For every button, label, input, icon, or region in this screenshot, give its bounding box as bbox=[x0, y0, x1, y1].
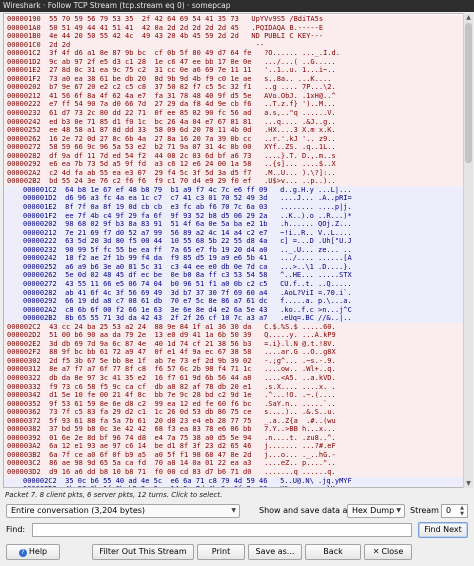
server-data-line[interactable]: 00000282 ab 41 6f 4c 3f 56 69 49 3d b7 3… bbox=[4, 288, 463, 298]
client-data-line[interactable]: 000003C2 86 ae 98 9d 65 5a ca fd 70 a8 1… bbox=[4, 459, 463, 468]
scroll-up-icon[interactable]: ▲ bbox=[464, 13, 473, 22]
client-data-line[interactable]: 000001B0 4e 44 20 50 55 42 4c 49 43 20 4… bbox=[4, 32, 463, 41]
client-data-line[interactable]: 000001A0 50 51 49 44 41 51 41 42 0a 2d 2… bbox=[4, 23, 463, 33]
client-data-line[interactable]: 000002C2 43 cc 24 ba 25 53 a2 24 88 9e 8… bbox=[4, 322, 463, 332]
client-data-line[interactable]: 000001D2 9c ab 97 2f e5 d3 c1 28 1e c6 4… bbox=[4, 57, 463, 67]
server-data-line[interactable]: 000002D2 4b 26 0b 1f 8b b5 2e 2e 14 9a 7… bbox=[4, 485, 463, 487]
client-data-line[interactable]: 00000272 58 59 66 9c 96 5a 53 e2 b2 71 9… bbox=[4, 143, 463, 152]
client-data-line[interactable]: 00000342 d1 5e 10 fe 00 21 4f 8c bb 7e 9… bbox=[4, 391, 463, 400]
conversation-select[interactable]: Entire conversation (3,204 bytes) ▼ bbox=[6, 504, 240, 518]
server-data-line[interactable]: 000001F2 ee 7f 4b c4 9f 29 fa 6f 9f 93 5… bbox=[4, 211, 463, 221]
client-data-line[interactable]: 000002D2 51 00 b6 90 aa da 79 2e 13 e0 d… bbox=[4, 331, 463, 340]
client-data-line[interactable]: 000001E2 27 8d 0c 31 ea 9c 75 c2 31 cc 0… bbox=[4, 66, 463, 75]
server-data-line[interactable]: 00000232 90 99 5f fc 55 be ea ff 7a 65 e… bbox=[4, 245, 463, 255]
server-data-line[interactable]: 00000272 43 55 11 66 e5 06 74 04 b0 96 5… bbox=[4, 279, 463, 289]
back-button[interactable]: Back bbox=[305, 544, 361, 560]
stream-summary: Packet 7. 8 client pkts, 6 server pkts, … bbox=[5, 491, 223, 499]
close-button-label: Close bbox=[381, 547, 404, 556]
client-data-line[interactable]: 00000362 73 7f c5 83 fa 29 d2 c1 1c 26 0… bbox=[4, 408, 463, 417]
find-row: Find: Find Next bbox=[0, 522, 474, 539]
client-data-line[interactable]: 000002A2 c2 4d fa ab 55 ea e3 07 29 f4 5… bbox=[4, 168, 463, 178]
server-data-line[interactable]: 00000292 66 19 dd a8 c7 08 61 db 70 e7 5… bbox=[4, 297, 463, 306]
server-data-line[interactable]: 00000242 18 f2 ae 2f 1b 99 f4 da f9 85 d… bbox=[4, 254, 463, 263]
client-data-line[interactable]: 00000262 16 2e 72 0d 27 8c 6b 4a 27 8a 1… bbox=[4, 134, 463, 144]
stream-number-value: 0 bbox=[446, 506, 452, 515]
server-data-line[interactable]: 000001E2 8f 7f 0a 8f 19 0d cb cb e3 fc a… bbox=[4, 203, 463, 212]
server-data-line[interactable]: 00000262 5e 0d 02 48 45 df ec be 0e b0 8… bbox=[4, 271, 463, 280]
client-data-line[interactable]: 00000252 ee 48 58 a1 87 8d dd 33 58 09 6… bbox=[4, 126, 463, 135]
client-data-line[interactable]: 000002F2 88 9f bc bb 61 72 a9 47 0f e1 4… bbox=[4, 348, 463, 357]
client-data-line[interactable]: 00000222 e7 ff 54 90 7a d0 66 7d 27 29 d… bbox=[4, 100, 463, 110]
format-select-value: Hex Dump bbox=[352, 506, 395, 515]
spin-arrows-icon[interactable]: ▲ ▼ bbox=[458, 505, 466, 517]
client-data-line[interactable]: 00000212 41 56 6f 8a 4f 62 4a e7 fa 31 7… bbox=[4, 91, 463, 101]
chevron-down-icon: ▼ bbox=[231, 507, 236, 514]
server-data-line[interactable]: 00000202 98 68 02 9f b3 8a 83 91 51 4f 6… bbox=[4, 220, 463, 229]
client-data-line[interactable]: 000001F2 73 a0 ea 38 61 be db 20 8d 9b 9… bbox=[4, 74, 463, 84]
client-data-line[interactable]: 00000302 2d f5 3b 67 5e bb 8e 1f ab 7e 7… bbox=[4, 356, 463, 366]
client-data-line[interactable]: 000003A2 6a 12 e1 93 ae 97 c6 14 be d1 8… bbox=[4, 442, 463, 451]
client-data-line[interactable]: 000003D2 d9 16 a6 dd b8 10 b8 71 f0 00 c… bbox=[4, 467, 463, 477]
client-data-line[interactable]: 00000392 01 6e 2e 8d bf 96 74 d8 e4 7a 7… bbox=[4, 433, 463, 443]
find-next-button[interactable]: Find Next bbox=[418, 522, 468, 538]
client-data-line[interactable]: 00000232 61 d7 73 2c 80 dd 22 71 0f ee 8… bbox=[4, 109, 463, 118]
server-data-line[interactable]: 000002C2 35 0c b6 55 40 ad 4e 5c e6 6a 7… bbox=[4, 476, 463, 486]
server-data-line[interactable]: 00000212 7e 21 69 f7 d0 52 a7 99 56 89 a… bbox=[4, 228, 463, 238]
client-data-line[interactable]: 000002E2 3d db 69 7d 9a 6c 87 4e 40 1d 7… bbox=[4, 339, 463, 349]
client-data-line[interactable]: 000001C0 2d 2d -- bbox=[4, 40, 463, 50]
format-select[interactable]: Hex Dump ▼ bbox=[347, 504, 405, 518]
button-row: ? Help Filter Out This Stream Print Save … bbox=[0, 543, 474, 561]
stream-content-view[interactable]: 00000190 55 70 59 56 79 53 35 2f 42 64 6… bbox=[3, 13, 464, 488]
scroll-down-icon[interactable]: ▼ bbox=[464, 479, 473, 488]
close-icon: ✕ bbox=[372, 547, 380, 556]
client-data-line[interactable]: 00000372 5f 93 61 88 fa 5a 7b 61 20 d0 2… bbox=[4, 416, 463, 426]
server-data-line[interactable]: 000001C2 64 b8 1e 67 ef 48 b8 79 b1 a9 f… bbox=[4, 185, 463, 195]
stream-lines: 00000190 55 70 59 56 79 53 35 2f 42 64 6… bbox=[4, 14, 463, 487]
close-button[interactable]: ✕ Close bbox=[364, 544, 412, 560]
client-data-line[interactable]: 00000282 df 9a df 11 7d ed 54 f2 44 08 2… bbox=[4, 151, 463, 161]
help-icon: ? bbox=[18, 549, 27, 557]
server-data-line[interactable]: 000002A2 c8 6b 6f 00 f2 66 1e 63 3e 6e 8… bbox=[4, 305, 463, 315]
find-input[interactable] bbox=[32, 523, 412, 537]
client-data-line[interactable]: 00000322 db da 8e 97 3c 41 35 e2 16 f7 6… bbox=[4, 373, 463, 383]
client-data-line[interactable]: 00000202 b7 9e 67 20 e2 c2 c5 c8 37 50 8… bbox=[4, 83, 463, 92]
server-data-line[interactable]: 00000222 63 5d 20 3d 80 f5 00 44 10 55 6… bbox=[4, 237, 463, 246]
client-data-line[interactable]: 00000190 55 70 59 56 79 53 35 2f 42 64 6… bbox=[4, 15, 463, 24]
vertical-scrollbar[interactable]: ▲ ▼ bbox=[463, 13, 473, 488]
client-data-line[interactable]: 00000382 37 bd 59 b8 0c 3e 42 42 68 f3 e… bbox=[4, 425, 463, 434]
find-label: Find: bbox=[6, 525, 26, 534]
show-save-label: Show and save data as bbox=[259, 506, 352, 515]
server-data-line[interactable]: 000002B2 8b 65 55 71 3d da 42 43 2f 2f 2… bbox=[4, 314, 463, 323]
client-data-line[interactable]: 00000312 8e a7 f7 a7 6f 77 8f c8 f6 57 6… bbox=[4, 365, 463, 374]
client-data-line[interactable]: 000001C2 3f 4f d6 a1 8e 87 9b bc cf 0b 5… bbox=[4, 49, 463, 58]
client-data-line[interactable]: 00000352 9f 53 61 59 8e 6e d8 c2 99 ea 1… bbox=[4, 399, 463, 409]
help-button-label: Help bbox=[28, 547, 48, 556]
client-data-line[interactable]: 00000292 e6 ea 7b 73 5d a5 9f fd a3 c6 1… bbox=[4, 160, 463, 169]
options-row: Entire conversation (3,204 bytes) ▼ Show… bbox=[0, 502, 474, 520]
server-data-line[interactable]: 000001D2 d6 96 a3 fc 4a ea 1c c7 c7 41 c… bbox=[4, 194, 463, 204]
save-as-button[interactable]: Save as... bbox=[248, 544, 302, 560]
client-data-line[interactable]: 00000332 f9 73 c6 58 f5 9c ca cf db a8 8… bbox=[4, 382, 463, 392]
client-data-line[interactable]: 000003B2 6a 7f ce a0 6f 0f b9 a5 a0 5f f… bbox=[4, 450, 463, 460]
help-button[interactable]: ? Help bbox=[6, 544, 60, 560]
filter-out-stream-button[interactable]: Filter Out This Stream bbox=[92, 544, 194, 560]
window-titlebar: Wireshark · Follow TCP Stream (tcp.strea… bbox=[0, 0, 474, 12]
conversation-select-value: Entire conversation (3,204 bytes) bbox=[11, 506, 146, 515]
chevron-down-icon: ▼ bbox=[396, 507, 401, 514]
print-button[interactable]: Print bbox=[197, 544, 245, 560]
client-data-line[interactable]: 00000242 ed b3 0e 71 85 d1 f0 1c bc 26 4… bbox=[4, 117, 463, 127]
stream-label: Stream bbox=[410, 506, 439, 515]
server-data-line[interactable]: 00000252 a6 a9 b6 3e a0 81 5c 31 c3 44 e… bbox=[4, 262, 463, 272]
scroll-thumb[interactable] bbox=[465, 23, 472, 163]
client-data-line[interactable]: 000002B2 bd 55 24 3e 76 c2 f6 f6 f9 c1 7… bbox=[4, 177, 463, 186]
stream-number-spinbox[interactable]: 0 ▲ ▼ bbox=[441, 504, 468, 518]
